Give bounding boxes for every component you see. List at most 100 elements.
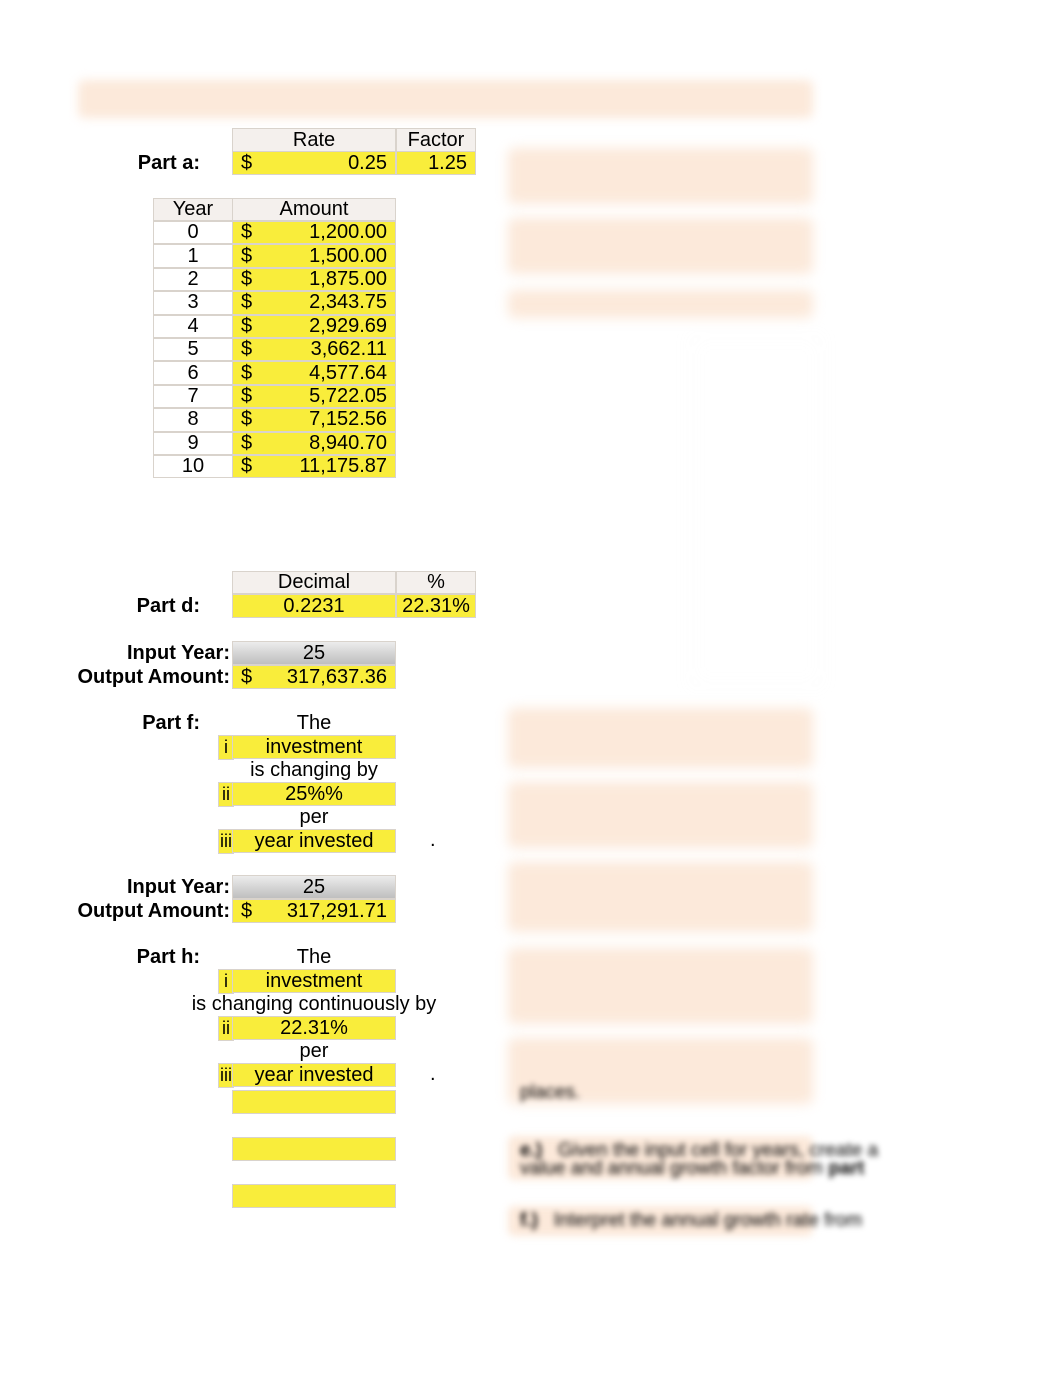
partf-ii-val[interactable]: 25%% [232,782,396,806]
amount-cell[interactable]: $8,940.70 [232,432,396,455]
e-text2: value and annual growth factor from [520,1158,823,1179]
year-header: Year [153,198,233,221]
dollar-sign: $ [241,291,252,314]
dollar-sign: $ [241,900,252,923]
output-amount-2[interactable]: $ 317,291.71 [232,899,396,923]
extra-yellow-3[interactable] [232,1184,396,1208]
amount-value: 5,722.05 [309,385,387,408]
f-text1: Interpret the annual growth rate from [554,1210,862,1231]
peach-strip-r3 [508,290,813,318]
amount-value: 2,929.69 [309,315,387,338]
input-year-label-1: Input Year: [90,642,230,665]
rate-header: Rate [232,128,396,152]
year-cell: 1 [153,244,233,267]
parth-changing: is changing continuously by [198,993,430,1016]
part-h-label: Part h: [110,946,200,969]
decimal-cell[interactable]: 0.2231 [232,594,396,618]
amount-cell[interactable]: $11,175.87 [232,455,396,478]
input-year-label-2: Input Year: [90,876,230,899]
input-year-2[interactable]: 25 [232,875,396,899]
peach-strip-r6 [508,862,813,932]
output-amount-2-value: 317,291.71 [287,900,387,923]
dollar-sign: $ [241,362,252,385]
year-cell: 2 [153,268,233,291]
amount-value: 1,500.00 [309,245,387,268]
amount-cell[interactable]: $4,577.64 [232,361,396,384]
year-cell: 0 [153,221,233,244]
part-d-label: Part d: [110,595,200,618]
amount-cell[interactable]: $2,343.75 [232,291,396,314]
amount-cell[interactable]: $5,722.05 [232,385,396,408]
dollar-sign: $ [241,455,252,478]
amount-header: Amount [232,198,396,221]
dollar-sign: $ [241,385,252,408]
e-part: part [828,1158,864,1179]
pct-cell[interactable]: 22.31% [396,594,476,618]
amount-value: 2,343.75 [309,291,387,314]
amount-value: 3,662.11 [311,338,387,361]
parth-ii-val[interactable]: 22.31% [232,1016,396,1040]
dollar-sign: $ [241,152,252,175]
partf-the: The [232,712,396,735]
amount-cell[interactable]: $1,500.00 [232,244,396,267]
dollar-sign: $ [241,338,252,361]
peach-strip-r1 [508,148,813,204]
output-amount-1-value: 317,637.36 [287,666,387,689]
dollar-sign: $ [241,432,252,455]
factor-header: Factor [396,128,476,152]
year-cell: 6 [153,361,233,384]
dollar-sign: $ [241,408,252,431]
year-cell: 4 [153,315,233,338]
part-f-label: Part f: [110,712,200,735]
dollar-sign: $ [241,245,252,268]
year-cell: 5 [153,338,233,361]
output-amount-label-2: Output Amount: [70,900,230,923]
partf-period: . [430,829,436,852]
amount-value: 1,875.00 [309,268,387,291]
chart-placeholder [690,335,822,687]
year-cell: 10 [153,455,233,478]
output-amount-1[interactable]: $ 317,637.36 [232,665,396,689]
amount-value: 8,940.70 [309,432,387,455]
parth-the: The [232,946,396,969]
peach-strip-r2 [508,218,813,274]
parth-per: per [232,1040,396,1063]
factor-cell[interactable]: 1.25 [396,151,476,175]
year-cell: 9 [153,432,233,455]
amount-value: 11,175.87 [300,455,388,478]
part-a-label: Part a: [110,152,200,175]
extra-yellow-1[interactable] [232,1090,396,1114]
decimal-header: Decimal [232,571,396,594]
amount-cell[interactable]: $7,152.56 [232,408,396,431]
f-line1: f.) Interpret the annual growth rate fro… [520,1210,862,1232]
dollar-sign: $ [241,666,252,689]
peach-strip [78,80,813,118]
partf-i-val[interactable]: investment [232,735,396,759]
parth-iii-val[interactable]: year invested [232,1063,396,1087]
amount-cell[interactable]: $1,200.00 [232,221,396,244]
input-year-1[interactable]: 25 [232,641,396,665]
year-cell: 3 [153,291,233,314]
amount-cell[interactable]: $3,662.11 [232,338,396,361]
partf-iii-val[interactable]: year invested [232,829,396,853]
amount-cell[interactable]: $1,875.00 [232,268,396,291]
rate-cell[interactable]: $ 0.25 [232,151,396,175]
output-amount-label-1: Output Amount: [70,666,230,689]
peach-strip-r7 [508,948,813,1024]
dollar-sign: $ [241,221,252,244]
year-cell: 7 [153,385,233,408]
parth-i-val[interactable]: investment [232,969,396,993]
partf-per: per [232,806,396,829]
dollar-sign: $ [241,268,252,291]
rate-value: 0.25 [348,152,387,175]
partf-changing: is changing by [232,759,396,782]
amount-value: 7,152.56 [309,408,387,431]
e-line2: value and annual growth factor from part [520,1158,864,1180]
f-label: f.) [520,1210,538,1231]
peach-strip-r4 [508,708,813,768]
amount-cell[interactable]: $2,929.69 [232,315,396,338]
pct-header: % [396,571,476,594]
extra-yellow-2[interactable] [232,1137,396,1161]
parth-period: . [430,1063,436,1086]
amount-value: 1,200.00 [309,221,387,244]
